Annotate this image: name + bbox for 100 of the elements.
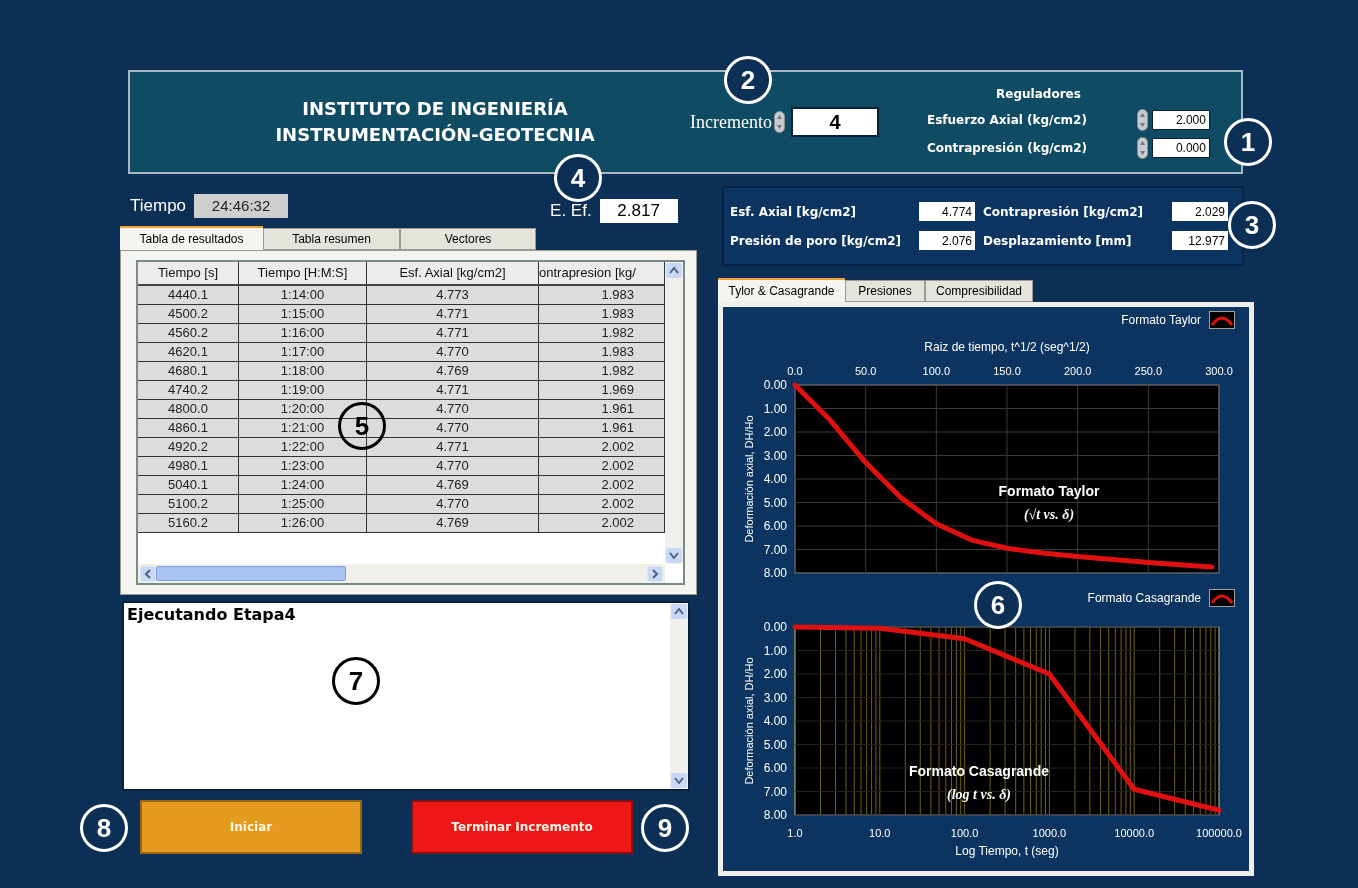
spinner-icon[interactable]	[1136, 109, 1148, 131]
tab[interactable]: Tylor & Casagrande	[718, 278, 845, 302]
table-cell: 4.769	[367, 476, 539, 495]
scroll-thumb[interactable]	[156, 566, 346, 581]
y-tick-label: 3.00	[763, 690, 787, 705]
vertical-scrollbar[interactable]	[665, 262, 683, 564]
spinner-icon[interactable]	[1136, 137, 1148, 159]
y-tick-label: 0.00	[763, 620, 787, 634]
x-tick-label: 1.0	[787, 827, 803, 839]
table-cell: 4.770	[367, 495, 539, 514]
legend-label: Formato Taylor	[1121, 312, 1201, 329]
x-tick-label: 200.0	[1063, 365, 1092, 377]
table-cell: 1.983	[539, 305, 665, 324]
table-cell: 1.983	[539, 343, 665, 362]
table-cell: 4680.1	[138, 362, 239, 381]
reading-field: 4.774	[919, 202, 975, 221]
axis-title: Raiz de tiempo, t^1/2 (seg^1/2)	[924, 340, 1090, 354]
reading-label: Desplazamiento [mm]	[983, 232, 1132, 250]
regulator-label: Esfuerzo Axial (kg/cm2)	[926, 112, 1088, 129]
y-tick-label: 3.00	[763, 448, 787, 463]
table-cell: 5100.2	[138, 495, 239, 514]
institute-title: INSTRUMENTACIÓN-GEOTECNIA	[275, 123, 595, 147]
table-cell: 4.771	[367, 305, 539, 324]
scroll-up-icon[interactable]	[670, 603, 688, 620]
tab[interactable]: Tabla de resultados	[120, 226, 263, 250]
table-cell: 4.769	[367, 514, 539, 533]
chart-annotation: (√t vs. δ)	[1023, 507, 1075, 522]
regulator-field[interactable]: 2.000	[1151, 110, 1210, 130]
table-cell: 2.002	[539, 457, 665, 476]
x-tick-label: 300.0	[1205, 365, 1233, 377]
table-cell: 1.961	[539, 419, 665, 438]
scroll-right-icon[interactable]	[647, 565, 663, 582]
regulator-label: Contrapresión (kg/cm2)	[926, 140, 1089, 157]
scroll-up-icon[interactable]	[665, 262, 683, 279]
legend-swatch-icon[interactable]	[1209, 589, 1235, 607]
reading-field: 2.076	[919, 231, 975, 250]
axis-title: Deformación axial, DH/Ho	[743, 657, 755, 785]
y-tick-label: 7.00	[763, 542, 787, 557]
table-cell: 2.002	[539, 438, 665, 457]
scroll-down-icon[interactable]	[670, 772, 688, 789]
increment-label: Incremento	[690, 110, 772, 134]
x-tick-label: 0.0	[787, 365, 803, 377]
callout-number: 4	[554, 154, 602, 202]
callout-number: 2	[724, 56, 772, 104]
y-tick-label: 7.00	[763, 784, 787, 799]
table-cell: 4440.1	[138, 286, 239, 305]
x-tick-label: 250.0	[1134, 365, 1163, 377]
scroll-left-icon[interactable]	[140, 565, 156, 582]
y-tick-label: 4.00	[763, 714, 787, 728]
table-cell: 4740.2	[138, 381, 239, 400]
table-cell: 4.769	[367, 362, 539, 381]
stop-button[interactable]: Terminar Incremento	[411, 800, 633, 854]
log-text: Ejecutando Etapa4	[127, 605, 296, 624]
regulator-field[interactable]: 0.000	[1151, 138, 1210, 158]
horizontal-scrollbar[interactable]	[138, 564, 665, 583]
y-tick-label: 4.00	[763, 472, 787, 486]
table-cell: 4860.1	[138, 419, 239, 438]
x-tick-label: 10.0	[869, 827, 891, 839]
table-cell: 1.983	[539, 286, 665, 305]
table-cell: 1:14:00	[239, 286, 367, 305]
table-cell: 1:22:00	[239, 438, 367, 457]
reading-field: 2.029	[1172, 202, 1228, 221]
table-cell: 4.773	[367, 286, 539, 305]
tab[interactable]: Presiones	[845, 280, 925, 302]
y-tick-label: 2.00	[763, 425, 787, 439]
time-field: 24:46:32	[194, 194, 289, 218]
table-cell: 1.969	[539, 381, 665, 400]
table-cell: 2.002	[539, 495, 665, 514]
table-cell: 5160.2	[138, 514, 239, 533]
table-cell: 4500.2	[138, 305, 239, 324]
y-tick-label: 6.00	[763, 519, 787, 533]
chart-annotation: (log t vs. δ)	[947, 787, 1011, 802]
x-tick-label: 100000.0	[1196, 827, 1242, 839]
reading-label: Presión de poro [kg/cm2]	[730, 232, 902, 250]
table-cell: 1:25:00	[239, 495, 367, 514]
legend-swatch-icon[interactable]	[1209, 311, 1235, 329]
table-cell: 1.982	[539, 362, 665, 381]
table-cell: 1.982	[539, 324, 665, 343]
table-cell: 1.961	[539, 400, 665, 419]
y-tick-label: 2.00	[763, 667, 787, 681]
table-cell: 1:23:00	[239, 457, 367, 476]
spinner-icon[interactable]	[773, 111, 785, 133]
tab[interactable]: Compresibilidad	[925, 280, 1033, 302]
effective-stress-field: 2.817	[599, 199, 678, 223]
table-cell: 4980.1	[138, 457, 239, 476]
x-tick-label: 150.0	[993, 365, 1021, 377]
regulators-heading: Reguladores	[996, 86, 1082, 103]
y-tick-label: 0.00	[763, 378, 787, 392]
increment-field[interactable]: 4	[790, 107, 879, 137]
legend-label: Formato Casagrande	[1087, 590, 1201, 607]
column-header: Tiempo [s]	[138, 262, 239, 284]
tab[interactable]: Tabla resumen	[263, 228, 400, 250]
table-cell: 1:16:00	[239, 324, 367, 343]
scroll-down-icon[interactable]	[665, 547, 683, 564]
vertical-scrollbar[interactable]	[670, 603, 688, 789]
axis-title: Deformación axial, DH/Ho	[743, 415, 755, 543]
tab[interactable]: Vectores	[400, 228, 536, 250]
x-tick-label: 100.0	[922, 365, 951, 377]
table-cell: 1:15:00	[239, 305, 367, 324]
table-cell: 4.771	[367, 438, 539, 457]
